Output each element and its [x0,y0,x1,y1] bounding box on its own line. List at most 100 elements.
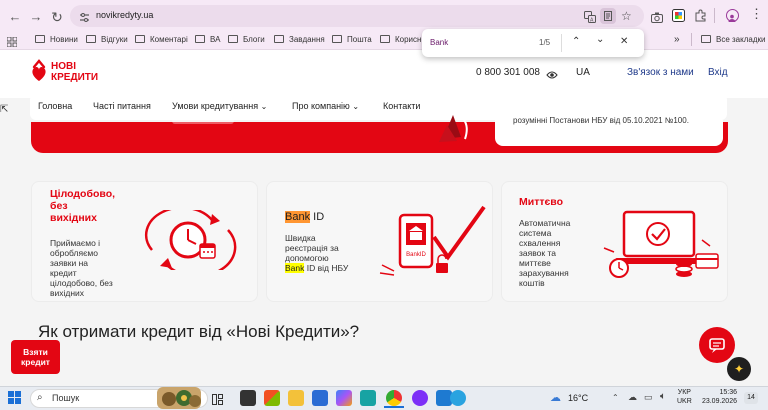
reload-icon[interactable]: ↻ [48,8,66,26]
bookmark-folder[interactable]: ВА [195,33,220,46]
notifications-badge[interactable]: 14 [744,392,758,404]
phone-number[interactable]: 0 800 301 008 [476,67,540,78]
language-switch[interactable]: UA [576,67,590,78]
banner-cropped-text [172,112,234,124]
chevron-up-icon[interactable]: ⌃ [572,36,580,47]
nav-label: Про компанію [292,101,350,111]
contact-link[interactable]: Зв'язок з нами [627,67,694,78]
folder-icon [274,35,284,43]
input-language[interactable]: УКР UKR [677,388,692,406]
bookmark-folder[interactable]: Новини [35,33,78,46]
card-title: Bank ID [285,211,324,223]
card-text-line: зарахування [519,268,569,278]
camera-icon[interactable] [651,10,663,23]
laptop-approval-icon [602,210,724,280]
url-text[interactable]: novikredyty.ua [96,10,153,20]
tray-chevron-up-icon[interactable]: ⌃ [612,393,619,402]
nav-label: Умови кредитування [172,101,259,111]
color-extension-icon[interactable] [672,9,685,22]
weather-temp[interactable]: 16°C [568,393,588,403]
volume-icon[interactable]: 🔈︎ [660,391,666,402]
cta-line-1: Взяти [23,347,48,357]
find-highlight: Bank [285,263,305,273]
folder-icon [332,35,342,43]
bookmark-folder[interactable]: Завдання [274,33,325,46]
card-text-line: заявок та [519,248,556,258]
file-explorer-icon[interactable] [288,390,304,406]
task-view-icon[interactable] [212,392,223,405]
bookmark-folder[interactable]: Корисні [380,33,423,46]
forward-icon[interactable]: → [27,8,45,26]
logo-line-2: КРЕДИТИ [51,72,99,83]
logo-mark-icon[interactable] [30,59,48,83]
card-text-line: цілодобово, без [50,278,113,288]
card-text-line: коштів [519,278,545,288]
browser-menu-icon[interactable]: ⋮ [750,7,763,21]
bookmark-folder[interactable]: Коментарі [135,33,188,46]
sparkle-icon[interactable]: ✦ [727,357,751,381]
find-in-page-bar: Bank 1/5 ⌃ ⌄ ✕ [422,29,644,57]
translate-icon[interactable]: A [584,10,596,24]
login-link[interactable]: Вхід [708,67,728,78]
address-bar[interactable] [70,5,644,27]
card-text-line: Швидка [285,233,316,243]
cloud-icon[interactable]: ☁ [628,392,637,403]
close-icon[interactable]: ✕ [620,36,628,47]
card-title-line: вихідних [50,212,97,224]
card-title-line: без [50,200,68,212]
cta-line-2: кредит [21,357,50,367]
profile-avatar-icon[interactable] [726,9,739,22]
extensions-icon[interactable] [694,9,707,22]
network-icon[interactable]: ▭ [644,392,653,403]
banner-notice-text: розумінні Постанови НБУ від 05.10.2021 №… [513,116,689,125]
bookmark-label: Відгуки [101,35,128,44]
logo-text[interactable]: НОВІ КРЕДИТИ [51,61,98,83]
reader-icon[interactable] [600,8,616,24]
get-credit-button[interactable]: Взяти кредит [11,340,60,374]
chevron-down-icon[interactable]: ⌄ [596,34,604,45]
telegram-app-icon[interactable] [450,390,466,406]
bankid-icon-label: BankID [406,252,426,258]
bookmark-folder[interactable]: Відгуки [86,33,128,46]
mail-app-icon[interactable] [312,390,328,406]
clock-calendar-icon [142,206,238,278]
card-text: Приймаємо і обробляємо заявки на кредит … [50,238,113,298]
find-query-input[interactable]: Bank [430,38,448,47]
weather-icon: ☁ [550,392,561,404]
bankid-phone-icon: BankID [376,201,488,281]
toolbar-divider [714,8,715,23]
folder-icon [35,35,45,43]
viber-app-icon[interactable] [412,390,428,406]
nav-item-faq[interactable]: Часті питання [93,101,151,111]
terminal-app-icon[interactable] [240,390,256,406]
lang-line-2: UKR [677,398,692,405]
all-bookmarks-button[interactable]: Все закладки [701,33,765,46]
card-text: Автоматична система схвалення заявок та … [519,218,570,288]
site-settings-icon[interactable] [79,10,90,22]
bookmark-folder[interactable]: Пошта [332,33,372,46]
store-app-icon[interactable] [264,390,280,406]
apps-grid-icon[interactable] [6,34,18,48]
card-text-line: Приймаємо і [50,238,101,248]
card-text-line: Автоматична [519,218,571,228]
chrome-browser-icon[interactable] [386,390,402,406]
chevron-down-icon: ⌄ [352,102,360,111]
chat-button[interactable] [699,327,735,363]
star-icon[interactable]: ☆ [621,9,632,23]
bookmark-folder[interactable]: Блоги [228,33,265,46]
chevron-down-icon: ⌄ [260,102,268,111]
accessibility-eye-icon[interactable] [546,67,558,79]
copilot-icon[interactable] [336,390,352,406]
nav-item-conditions[interactable]: Умови кредитування ⌄ [172,101,267,111]
nav-item-contacts[interactable]: Контакти [383,101,420,111]
back-icon[interactable]: ← [6,8,24,26]
card-title-line: Миттєво [519,196,564,208]
more-bookmarks-button[interactable]: » [674,33,680,46]
nav-item-home[interactable]: Головна [38,101,72,111]
clock-date: 23.09.2026 [701,398,737,405]
windows-start-icon[interactable] [8,391,21,404]
clock[interactable]: 15:36 23.09.2026 [697,388,737,406]
notes-app-icon[interactable] [360,390,376,406]
nav-item-about[interactable]: Про компанію ⌄ [292,101,359,111]
card-text-line: система [519,228,552,238]
